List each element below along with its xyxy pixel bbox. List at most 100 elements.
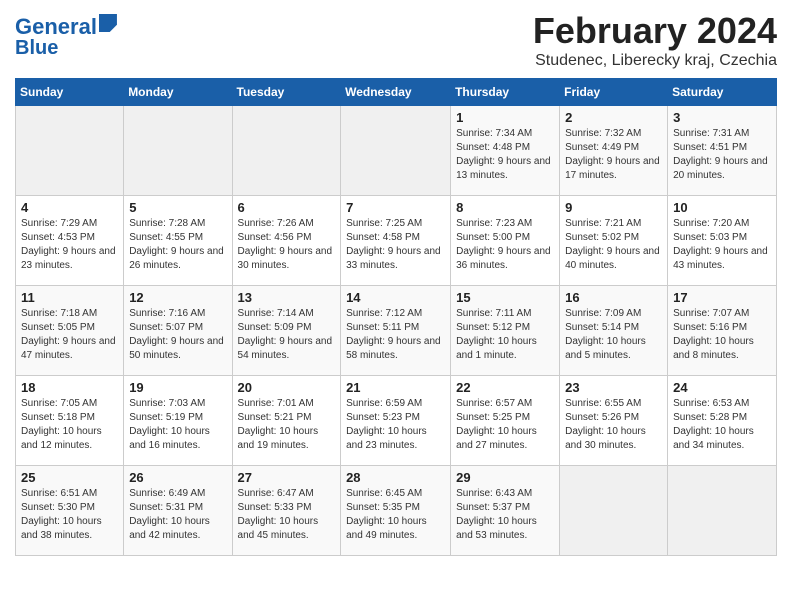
- day-info: Sunrise: 7:16 AM Sunset: 5:07 PM Dayligh…: [129, 307, 226, 363]
- day-info: Sunrise: 7:32 AM Sunset: 4:49 PM Dayligh…: [565, 127, 662, 183]
- day-number: 15: [456, 290, 554, 305]
- day-info: Sunrise: 6:49 AM Sunset: 5:31 PM Dayligh…: [129, 487, 226, 543]
- weekday-header-thursday: Thursday: [451, 79, 560, 106]
- day-number: 8: [456, 200, 554, 215]
- calendar-cell: 4Sunrise: 7:29 AM Sunset: 4:53 PM Daylig…: [16, 196, 124, 286]
- weekday-header-sunday: Sunday: [16, 79, 124, 106]
- calendar-cell: 23 Sunrise: 6:55 AM Sunset: 5:26 PM Dayli…: [560, 376, 668, 466]
- day-info: Sunrise: 6:53 AM Sunset: 5:28 PM Dayligh…: [673, 397, 771, 453]
- calendar-cell: [560, 466, 668, 556]
- calendar-table: SundayMondayTuesdayWednesdayThursdayFrid…: [15, 78, 777, 556]
- day-number: 2: [565, 110, 662, 125]
- day-info: Sunrise: 7:23 AM Sunset: 5:00 PM Dayligh…: [456, 217, 554, 273]
- calendar-cell: 21 Sunrise: 6:59 AM Sunset: 5:23 PM Dayli…: [341, 376, 451, 466]
- calendar-cell: [232, 106, 341, 196]
- calendar-cell: 1Sunrise: 7:34 AM Sunset: 4:48 PM Daylig…: [451, 106, 560, 196]
- week-row-3: 11 Sunrise: 7:18 AM Sunset: 5:05 PM Dayli…: [16, 286, 777, 376]
- calendar-cell: 19 Sunrise: 7:03 AM Sunset: 5:19 PM Dayli…: [124, 376, 232, 466]
- calendar-cell: 9 Sunrise: 7:21 AM Sunset: 5:02 PM Daylig…: [560, 196, 668, 286]
- calendar-cell: [341, 106, 451, 196]
- day-info: Sunrise: 7:18 AM Sunset: 5:05 PM Dayligh…: [21, 307, 118, 363]
- weekday-header-tuesday: Tuesday: [232, 79, 341, 106]
- weekday-header-monday: Monday: [124, 79, 232, 106]
- day-number: 4: [21, 200, 118, 215]
- day-info: Sunrise: 7:07 AM Sunset: 5:16 PM Dayligh…: [673, 307, 771, 363]
- day-info: Sunrise: 7:20 AM Sunset: 5:03 PM Dayligh…: [673, 217, 771, 273]
- calendar-cell: 10Sunrise: 7:20 AM Sunset: 5:03 PM Dayli…: [668, 196, 777, 286]
- calendar-cell: 18Sunrise: 7:05 AM Sunset: 5:18 PM Dayli…: [16, 376, 124, 466]
- title-area: February 2024 Studenec, Liberecky kraj, …: [533, 10, 777, 70]
- day-number: 19: [129, 380, 226, 395]
- calendar-cell: 29Sunrise: 6:43 AM Sunset: 5:37 PM Dayli…: [451, 466, 560, 556]
- calendar-cell: 2 Sunrise: 7:32 AM Sunset: 4:49 PM Daylig…: [560, 106, 668, 196]
- day-number: 11: [21, 290, 118, 305]
- calendar-cell: 25 Sunrise: 6:51 AM Sunset: 5:30 PM Dayli…: [16, 466, 124, 556]
- day-info: Sunrise: 7:31 AM Sunset: 4:51 PM Dayligh…: [673, 127, 771, 183]
- day-number: 27: [238, 470, 336, 485]
- logo-icon: [99, 14, 117, 32]
- day-info: Sunrise: 7:28 AM Sunset: 4:55 PM Dayligh…: [129, 217, 226, 273]
- calendar-cell: 7Sunrise: 7:25 AM Sunset: 4:58 PM Daylig…: [341, 196, 451, 286]
- day-info: Sunrise: 6:57 AM Sunset: 5:25 PM Dayligh…: [456, 397, 554, 453]
- weekday-header-row: SundayMondayTuesdayWednesdayThursdayFrid…: [16, 79, 777, 106]
- day-info: Sunrise: 6:45 AM Sunset: 5:35 PM Dayligh…: [346, 487, 445, 543]
- calendar-cell: [16, 106, 124, 196]
- day-number: 14: [346, 290, 445, 305]
- week-row-2: 4Sunrise: 7:29 AM Sunset: 4:53 PM Daylig…: [16, 196, 777, 286]
- calendar-cell: 5 Sunrise: 7:28 AM Sunset: 4:55 PM Daylig…: [124, 196, 232, 286]
- day-info: Sunrise: 6:59 AM Sunset: 5:23 PM Dayligh…: [346, 397, 445, 453]
- week-row-1: 1Sunrise: 7:34 AM Sunset: 4:48 PM Daylig…: [16, 106, 777, 196]
- day-number: 22: [456, 380, 554, 395]
- week-row-4: 18Sunrise: 7:05 AM Sunset: 5:18 PM Dayli…: [16, 376, 777, 466]
- week-row-5: 25 Sunrise: 6:51 AM Sunset: 5:30 PM Dayli…: [16, 466, 777, 556]
- calendar-cell: [668, 466, 777, 556]
- calendar-cell: 14 Sunrise: 7:12 AM Sunset: 5:11 PM Dayli…: [341, 286, 451, 376]
- day-info: Sunrise: 7:12 AM Sunset: 5:11 PM Dayligh…: [346, 307, 445, 363]
- day-info: Sunrise: 7:34 AM Sunset: 4:48 PM Dayligh…: [456, 127, 554, 183]
- logo-text: General: [15, 16, 97, 38]
- calendar-cell: 28Sunrise: 6:45 AM Sunset: 5:35 PM Dayli…: [341, 466, 451, 556]
- day-number: 12: [129, 290, 226, 305]
- day-info: Sunrise: 7:09 AM Sunset: 5:14 PM Dayligh…: [565, 307, 662, 363]
- day-info: Sunrise: 7:01 AM Sunset: 5:21 PM Dayligh…: [238, 397, 336, 453]
- day-number: 9: [565, 200, 662, 215]
- day-number: 5: [129, 200, 226, 215]
- month-title: February 2024: [533, 10, 777, 52]
- weekday-header-friday: Friday: [560, 79, 668, 106]
- logo: General Blue: [15, 14, 117, 58]
- day-number: 25: [21, 470, 118, 485]
- day-number: 17: [673, 290, 771, 305]
- calendar-cell: [124, 106, 232, 196]
- day-info: Sunrise: 7:21 AM Sunset: 5:02 PM Dayligh…: [565, 217, 662, 273]
- calendar-cell: 22 Sunrise: 6:57 AM Sunset: 5:25 PM Dayli…: [451, 376, 560, 466]
- day-number: 16: [565, 290, 662, 305]
- day-number: 3: [673, 110, 771, 125]
- day-number: 21: [346, 380, 445, 395]
- location-title: Studenec, Liberecky kraj, Czechia: [533, 52, 777, 70]
- calendar-cell: 26Sunrise: 6:49 AM Sunset: 5:31 PM Dayli…: [124, 466, 232, 556]
- day-number: 6: [238, 200, 336, 215]
- day-info: Sunrise: 7:05 AM Sunset: 5:18 PM Dayligh…: [21, 397, 118, 453]
- calendar-cell: 20Sunrise: 7:01 AM Sunset: 5:21 PM Dayli…: [232, 376, 341, 466]
- day-info: Sunrise: 6:55 AM Sunset: 5:26 PM Dayligh…: [565, 397, 662, 453]
- day-info: Sunrise: 6:43 AM Sunset: 5:37 PM Dayligh…: [456, 487, 554, 543]
- calendar-cell: 11 Sunrise: 7:18 AM Sunset: 5:05 PM Dayli…: [16, 286, 124, 376]
- day-info: Sunrise: 6:47 AM Sunset: 5:33 PM Dayligh…: [238, 487, 336, 543]
- calendar-cell: 27 Sunrise: 6:47 AM Sunset: 5:33 PM Dayli…: [232, 466, 341, 556]
- day-info: Sunrise: 6:51 AM Sunset: 5:30 PM Dayligh…: [21, 487, 118, 543]
- calendar-cell: 6 Sunrise: 7:26 AM Sunset: 4:56 PM Daylig…: [232, 196, 341, 286]
- day-info: Sunrise: 7:11 AM Sunset: 5:12 PM Dayligh…: [456, 307, 554, 363]
- calendar-cell: 16 Sunrise: 7:09 AM Sunset: 5:14 PM Dayli…: [560, 286, 668, 376]
- calendar-cell: 24Sunrise: 6:53 AM Sunset: 5:28 PM Dayli…: [668, 376, 777, 466]
- calendar-cell: 13Sunrise: 7:14 AM Sunset: 5:09 PM Dayli…: [232, 286, 341, 376]
- logo-subtext: Blue: [15, 38, 117, 58]
- day-number: 23: [565, 380, 662, 395]
- day-number: 13: [238, 290, 336, 305]
- day-number: 7: [346, 200, 445, 215]
- weekday-header-wednesday: Wednesday: [341, 79, 451, 106]
- day-info: Sunrise: 7:26 AM Sunset: 4:56 PM Dayligh…: [238, 217, 336, 273]
- calendar-cell: 12 Sunrise: 7:16 AM Sunset: 5:07 PM Dayli…: [124, 286, 232, 376]
- day-info: Sunrise: 7:03 AM Sunset: 5:19 PM Dayligh…: [129, 397, 226, 453]
- calendar-cell: 3 Sunrise: 7:31 AM Sunset: 4:51 PM Daylig…: [668, 106, 777, 196]
- calendar-cell: 17 Sunrise: 7:07 AM Sunset: 5:16 PM Dayli…: [668, 286, 777, 376]
